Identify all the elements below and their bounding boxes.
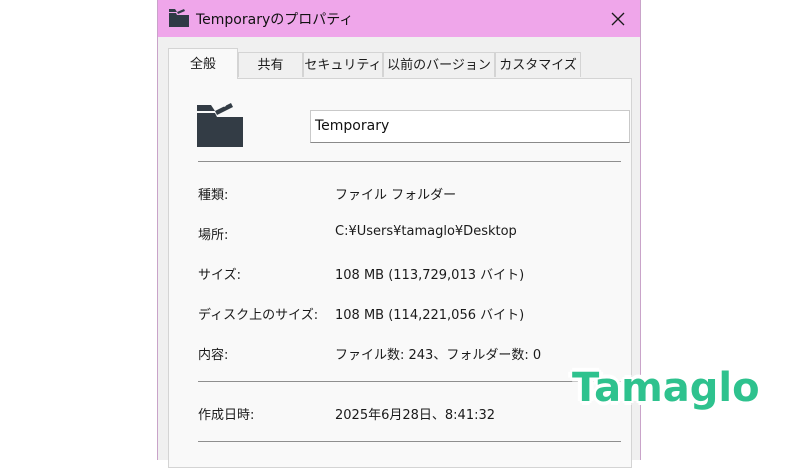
folder-name-input[interactable]: Temporary — [310, 110, 630, 143]
created-label: 作成日時: — [198, 408, 255, 423]
watermark-logo: Tamaglo — [572, 365, 760, 411]
type-value: ファイル フォルダー — [335, 188, 457, 203]
location-value: C:¥Users¥tamaglo¥Desktop — [335, 224, 517, 239]
close-icon — [611, 12, 625, 25]
separator — [198, 381, 621, 382]
window-title: Temporaryのプロパティ — [196, 12, 354, 28]
contains-label: 内容: — [198, 348, 229, 363]
separator — [198, 161, 621, 162]
close-button[interactable] — [596, 0, 640, 37]
size-on-disk-value: 108 MB (114,221,056 バイト) — [335, 308, 525, 323]
size-on-disk-label: ディスク上のサイズ: — [198, 308, 319, 323]
size-value: 108 MB (113,729,013 バイト) — [335, 268, 525, 283]
created-value: 2025年6月28日、8:41:32 — [335, 408, 496, 423]
folder-icon — [197, 103, 243, 147]
folder-icon — [169, 9, 189, 27]
separator — [198, 441, 621, 442]
tab-customize[interactable]: カスタマイズ — [495, 52, 581, 77]
contains-value: ファイル数: 243、フォルダー数: 0 — [335, 348, 542, 363]
tab-general[interactable]: 全般 — [168, 48, 238, 79]
general-panel: Temporary 種類: ファイル フォルダー 場所: C:¥Users¥ta… — [168, 78, 632, 468]
properties-dialog: Temporaryのプロパティ 全般 共有 セキュリティ 以前のバージョン カス… — [157, 0, 641, 468]
tab-security[interactable]: セキュリティ — [303, 52, 383, 77]
type-label: 種類: — [198, 188, 229, 203]
tab-previous-versions[interactable]: 以前のバージョン — [383, 52, 495, 77]
tab-sharing[interactable]: 共有 — [238, 52, 303, 77]
size-label: サイズ: — [198, 268, 241, 283]
location-label: 場所: — [198, 228, 229, 243]
tab-strip: 全般 共有 セキュリティ 以前のバージョン カスタマイズ — [168, 48, 638, 79]
title-bar: Temporaryのプロパティ — [158, 0, 640, 37]
